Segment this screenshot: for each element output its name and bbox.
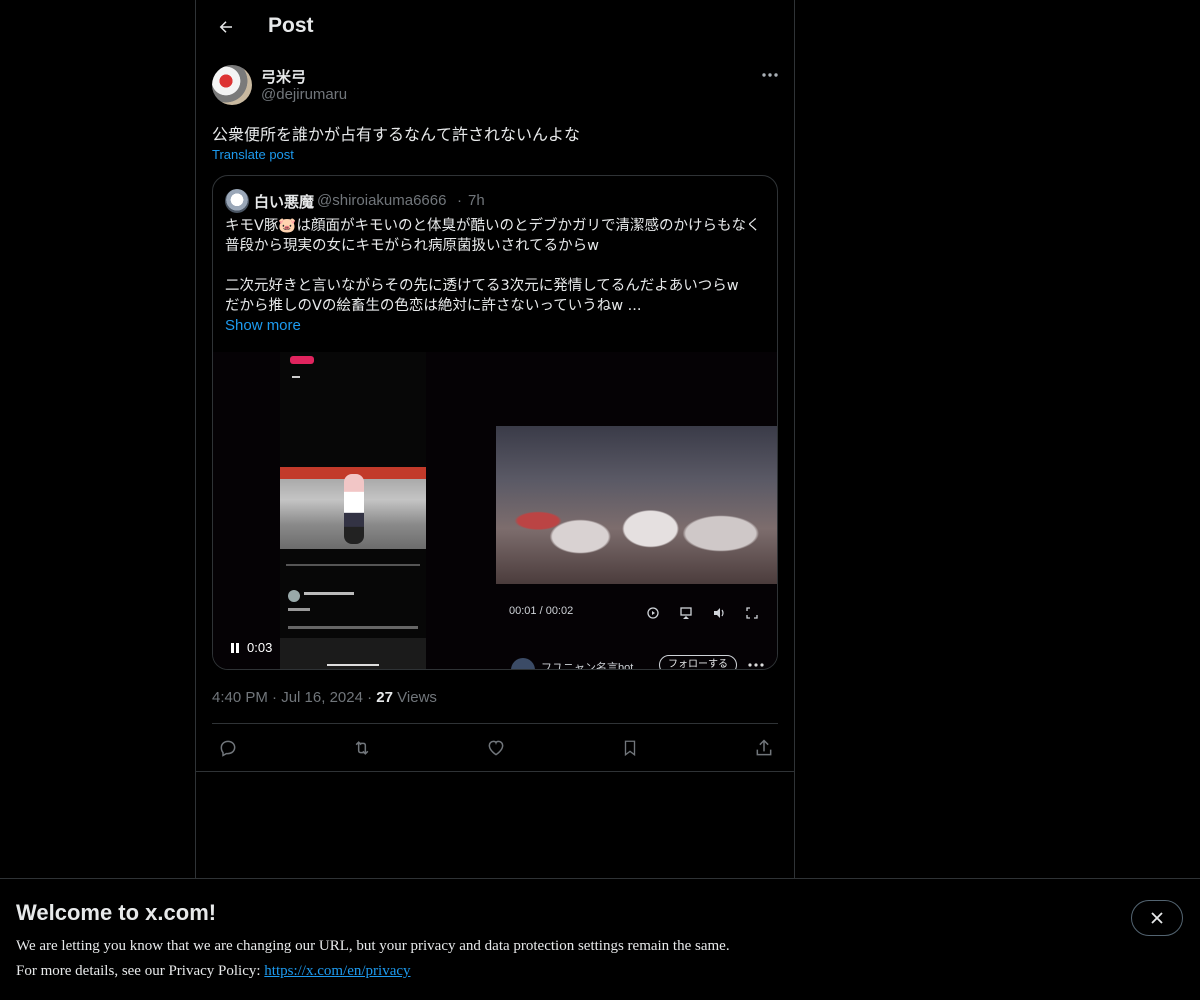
- embedded-follow-label: フォローする: [659, 655, 737, 669]
- back-button[interactable]: [208, 9, 244, 45]
- close-banner-button[interactable]: [1131, 900, 1183, 936]
- more-options-button[interactable]: [758, 64, 782, 86]
- views-label: Views: [397, 689, 437, 706]
- share-icon: [756, 739, 772, 756]
- translate-post-link[interactable]: Translate post: [212, 147, 294, 162]
- repost-icon: [355, 741, 369, 755]
- reply-button[interactable]: [216, 736, 240, 760]
- welcome-banner: Welcome to x.com! We are letting you kno…: [0, 878, 1200, 1000]
- banner-title: Welcome to x.com!: [16, 900, 217, 925]
- post-actions-bar: [196, 724, 794, 771]
- bookmark-icon: [624, 740, 636, 757]
- repost-button[interactable]: [350, 736, 374, 760]
- post-metadata: 4:40 PM · Jul 16, 2024 · 27 Views: [212, 689, 437, 706]
- post-date[interactable]: Jul 16, 2024: [281, 689, 363, 706]
- author-avatar[interactable]: [212, 65, 252, 105]
- more-icon: [762, 73, 778, 77]
- separator-dot: ·: [457, 192, 462, 209]
- embedded-video-time: 00:01 / 00:02: [509, 605, 574, 617]
- quoted-video[interactable]: 00:01 / 00:02 フユニャン名言bot フォローする 0:03: [213, 352, 777, 669]
- separator-dot: ·: [272, 689, 278, 706]
- divider: [196, 771, 794, 772]
- close-icon: [1151, 912, 1163, 924]
- quoted-post-time: 7h: [468, 192, 485, 209]
- separator-dot: ·: [367, 689, 373, 706]
- show-more-link[interactable]: Show more: [225, 317, 301, 334]
- heart-icon: [488, 740, 504, 756]
- reply-icon: [220, 740, 236, 757]
- banner-privacy-line: For more details, see our Privacy Policy…: [16, 963, 411, 980]
- fullscreen-icon: [746, 607, 758, 619]
- bookmark-button[interactable]: [618, 736, 642, 760]
- arrow-left-icon: [219, 21, 232, 33]
- quoted-author-handle: @shiroiakuma6666: [317, 192, 447, 209]
- airplay-icon: [680, 607, 692, 619]
- embedded-account-avatar: [511, 658, 535, 669]
- banner-privacy-text: For more details, see our Privacy Policy…: [16, 963, 265, 979]
- page-title: Post: [268, 14, 314, 37]
- post-time[interactable]: 4:40 PM: [212, 689, 268, 706]
- views-count: 27: [376, 689, 393, 706]
- embedded-account-name: フユニャン名言bot: [541, 662, 634, 669]
- video-frame-phone-screenshot: [280, 352, 426, 669]
- banner-message: We are letting you know that we are chan…: [16, 938, 730, 954]
- primary-column: Post 弓米弓 @dejirumaru 公衆便所を誰かが占有するなんて許されな…: [195, 0, 795, 878]
- embedded-more-icon: [748, 663, 764, 667]
- author-display-name[interactable]: 弓米弓: [261, 66, 306, 87]
- share-button[interactable]: [752, 736, 776, 760]
- post-text: 公衆便所を誰かが占有するなんて許されないんよな: [212, 125, 581, 144]
- quoted-author-avatar: [225, 189, 249, 213]
- video-elapsed-time: 0:03: [247, 640, 273, 655]
- quoted-author-name: 白い悪魔: [254, 193, 315, 211]
- pause-icon[interactable]: [231, 642, 239, 653]
- replay-icon: [647, 607, 659, 619]
- author-handle[interactable]: @dejirumaru: [261, 86, 347, 103]
- quoted-post-card[interactable]: 白い悪魔 @shiroiakuma6666 · 7h キモV豚🐷は顔面がキモいの…: [212, 175, 778, 670]
- volume-icon: [714, 608, 724, 618]
- like-button[interactable]: [484, 736, 508, 760]
- video-playback-control[interactable]: 0:03: [231, 640, 272, 655]
- quoted-post-text: キモV豚🐷は顔面がキモいのと体臭が酷いのとデブかガリで清潔感のかけらもなく普段か…: [225, 218, 761, 314]
- video-frame-concert: [496, 426, 777, 584]
- top-bar: Post: [196, 0, 794, 54]
- privacy-policy-link[interactable]: https://x.com/en/privacy: [264, 963, 410, 979]
